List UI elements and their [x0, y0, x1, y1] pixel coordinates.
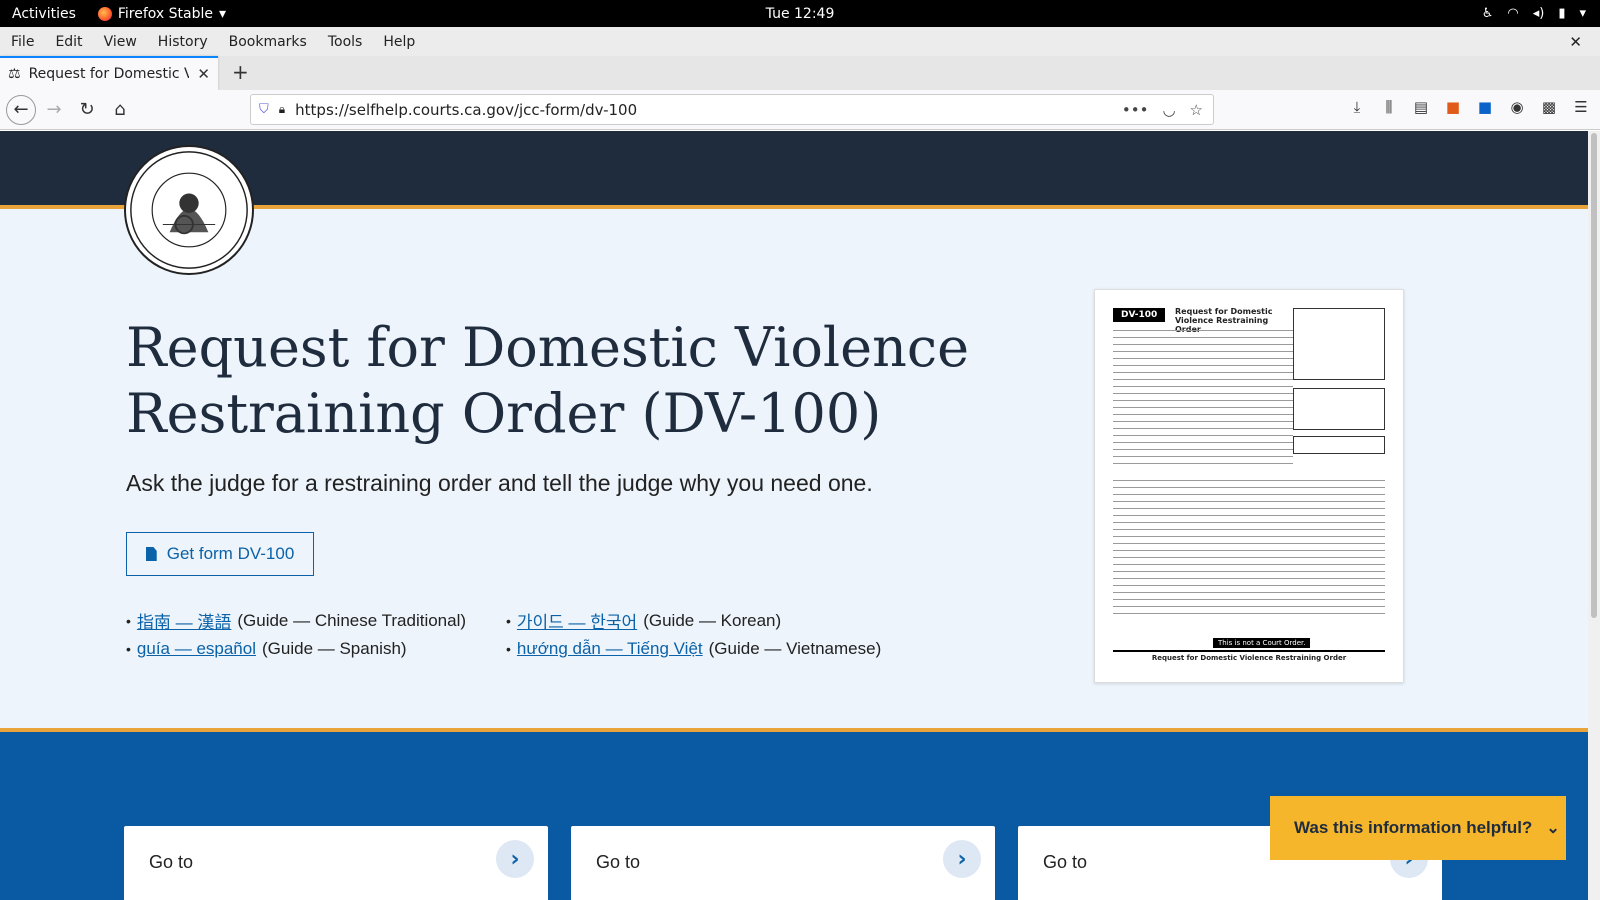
- page-subtitle: Ask the judge for a restraining order an…: [126, 470, 873, 496]
- language-guides: • 指南 — 漢語 (Guide — Chinese Traditional) …: [126, 608, 906, 659]
- page-actions-icon[interactable]: •••: [1122, 101, 1149, 119]
- preview-lines: [1113, 330, 1293, 470]
- goto-card[interactable]: Go to ›: [571, 826, 995, 900]
- guide-vietnamese: • hướng dẫn — Tiếng Việt (Guide — Vietna…: [506, 639, 882, 659]
- close-window-icon[interactable]: ✕: [1569, 33, 1582, 51]
- account-icon[interactable]: ◉: [1508, 98, 1526, 116]
- scales-favicon-icon: ⚖: [8, 66, 21, 82]
- address-bar[interactable]: ⛉ 🔒︎ https://selfhelp.courts.ca.gov/jcc-…: [250, 94, 1214, 125]
- guide-chinese: • 指南 — 漢語 (Guide — Chinese Traditional): [126, 608, 506, 633]
- menu-history[interactable]: History: [147, 34, 218, 50]
- guide-korean: • 가이드 — 한국어 (Guide — Korean): [506, 608, 906, 633]
- tracking-shield-icon[interactable]: ⛉: [259, 102, 269, 117]
- url-text[interactable]: https://selfhelp.courts.ca.gov/jcc-form/…: [295, 101, 637, 119]
- forward-button[interactable]: →: [39, 95, 69, 125]
- navigation-bar: ← → ↻ ⌂ ⛉ 🔒︎ https://selfhelp.courts.ca.…: [0, 90, 1600, 130]
- scrollbar-thumb[interactable]: [1591, 133, 1597, 618]
- get-form-label: Get form DV-100: [166, 544, 295, 563]
- guide-link-spanish[interactable]: guía — español: [137, 639, 256, 659]
- tab-strip: ⚖ Request for Domestic Vio ✕ +: [0, 56, 1600, 90]
- page-scrollbar[interactable]: [1588, 131, 1600, 900]
- menu-bookmarks[interactable]: Bookmarks: [218, 34, 317, 50]
- goto-card[interactable]: Go to ›: [124, 826, 548, 900]
- guide-spanish: • guía — español (Guide — Spanish): [126, 639, 407, 659]
- firefox-icon: [97, 6, 112, 21]
- hamburger-menu-icon[interactable]: ☰: [1572, 98, 1590, 116]
- tab-active[interactable]: ⚖ Request for Domestic Vio ✕: [0, 56, 218, 90]
- system-top-bar: Activities Firefox Stable ▾ Tue 12:49 ♿ …: [0, 0, 1600, 27]
- toolbar-right: ⤓ ⫼ ▤ ■ ■ ◉ ▩ ☰: [1348, 98, 1590, 116]
- back-button[interactable]: ←: [6, 94, 36, 125]
- downloads-icon[interactable]: ⤓: [1348, 98, 1366, 116]
- pocket-icon[interactable]: ◡: [1162, 101, 1175, 119]
- chevron-down-icon: ⌄: [1546, 820, 1560, 837]
- home-button[interactable]: ⌂: [105, 95, 135, 125]
- chevron-down-icon: ▾: [219, 5, 227, 22]
- sidebar-icon[interactable]: ▤: [1412, 98, 1430, 116]
- menu-file[interactable]: File: [0, 34, 44, 50]
- chevron-down-icon[interactable]: ▾: [1579, 6, 1586, 21]
- app-name: Firefox Stable: [117, 5, 214, 22]
- battery-icon[interactable]: ▮: [1558, 6, 1565, 21]
- document-icon: [145, 547, 157, 561]
- guide-link-vietnamese[interactable]: hướng dẫn — Tiếng Việt: [517, 639, 703, 659]
- library-icon[interactable]: ⫼: [1380, 98, 1398, 116]
- judicial-council-seal-logo[interactable]: [124, 145, 254, 275]
- chevron-right-icon[interactable]: ›: [496, 840, 534, 878]
- bookmark-star-icon[interactable]: ☆: [1190, 101, 1203, 119]
- guide-note: (Guide — Spanish): [262, 639, 407, 658]
- lock-icon[interactable]: 🔒︎: [279, 102, 285, 117]
- tab-close-icon[interactable]: ✕: [197, 65, 210, 83]
- system-tray[interactable]: ♿ ◠ ◂) ▮ ▾: [1482, 6, 1586, 21]
- tab-title: Request for Domestic Vio: [28, 66, 190, 82]
- activities-button[interactable]: Activities: [12, 6, 76, 22]
- preview-footer: Request for Domestic Violence Restrainin…: [1113, 650, 1385, 662]
- menu-tools[interactable]: Tools: [317, 34, 373, 50]
- new-tab-button[interactable]: +: [232, 60, 249, 84]
- extension-grid-icon[interactable]: ▩: [1540, 98, 1558, 116]
- preview-lines: [1113, 480, 1385, 620]
- page-title: Request for Domestic Violence Restrainin…: [126, 316, 970, 445]
- get-form-button[interactable]: Get form DV-100: [126, 532, 314, 576]
- guide-link-chinese[interactable]: 指南 — 漢語: [137, 608, 231, 633]
- guide-note: (Guide — Vietnamese): [708, 639, 882, 658]
- guide-note: (Guide — Korean): [643, 610, 782, 630]
- menu-edit[interactable]: Edit: [44, 34, 92, 50]
- reload-button[interactable]: ↻: [72, 95, 102, 125]
- network-icon[interactable]: ◠: [1507, 6, 1518, 21]
- menu-view[interactable]: View: [93, 34, 147, 50]
- preview-badge: DV-100: [1113, 308, 1166, 322]
- goto-label: Go to: [1043, 852, 1088, 872]
- guide-note: (Guide — Chinese Traditional): [237, 610, 467, 630]
- clock[interactable]: Tue 12:49: [766, 6, 835, 22]
- extension-badge-icon[interactable]: ■: [1476, 98, 1494, 116]
- menu-bar: File Edit View History Bookmarks Tools H…: [0, 27, 1600, 56]
- page-viewport: Request for Domestic Violence Restrainin…: [0, 131, 1588, 900]
- goto-label: Go to: [596, 852, 641, 872]
- feedback-label: Was this information helpful?: [1294, 818, 1533, 837]
- guide-link-korean[interactable]: 가이드 — 한국어: [517, 608, 637, 633]
- volume-icon[interactable]: ◂): [1533, 6, 1545, 21]
- accessibility-icon[interactable]: ♿: [1482, 6, 1494, 21]
- feedback-toggle[interactable]: Was this information helpful? ⌄: [1270, 796, 1566, 860]
- menu-help[interactable]: Help: [372, 34, 425, 50]
- chevron-right-icon[interactable]: ›: [943, 840, 981, 878]
- app-menu[interactable]: Firefox Stable ▾: [97, 5, 227, 22]
- goto-label: Go to: [149, 852, 194, 872]
- preview-notice: This is not a Court Order.: [1213, 638, 1311, 648]
- form-preview-image: DV-100 Request for Domestic Violence Res…: [1094, 289, 1404, 683]
- extension-orange-icon[interactable]: ■: [1444, 98, 1462, 116]
